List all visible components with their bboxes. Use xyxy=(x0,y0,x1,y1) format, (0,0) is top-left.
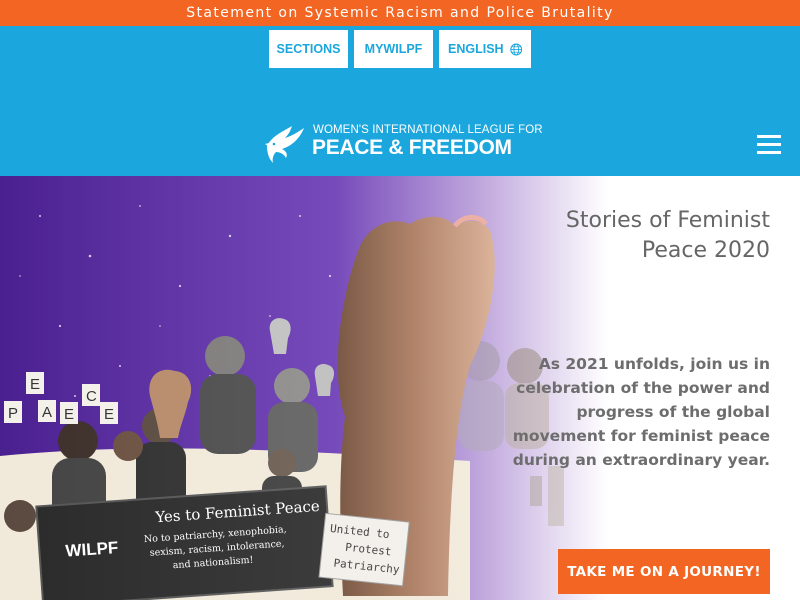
mywilpf-label: MYWILPF xyxy=(364,42,423,56)
site-header: SECTIONS MYWILPF ENGLISH WOMEN'S INTERNA… xyxy=(0,26,800,176)
mywilpf-button[interactable]: MYWILPF xyxy=(354,30,433,68)
site-logo[interactable]: WOMEN'S INTERNATIONAL LEAGUE FOR PEACE &… xyxy=(264,122,543,166)
logo-line1: WOMEN'S INTERNATIONAL LEAGUE FOR xyxy=(313,124,543,136)
hero-title-line2: Peace 2020 xyxy=(641,238,770,263)
dove-icon xyxy=(265,126,304,163)
announcement-link[interactable]: Statement on Systemic Racism and Police … xyxy=(186,5,614,21)
logo-line2: PEACE & FREEDOM xyxy=(312,136,512,159)
take-journey-button[interactable]: TAKE ME ON A JOURNEY! xyxy=(558,549,770,594)
sections-label: SECTIONS xyxy=(276,42,341,56)
globe-icon xyxy=(509,43,522,55)
hamburger-menu-icon[interactable] xyxy=(757,135,781,155)
hero-title: Stories of Feminist Peace 2020 xyxy=(450,206,770,266)
language-selector[interactable]: ENGLISH xyxy=(439,30,531,68)
hero-description: As 2021 unfolds, join us in celebration … xyxy=(512,355,770,469)
hero-banner: E C A P E E WILPF Yes to Feminist Peace xyxy=(0,176,800,600)
announcement-bar[interactable]: Statement on Systemic Racism and Police … xyxy=(0,0,800,26)
take-journey-label: TAKE ME ON A JOURNEY! xyxy=(567,563,761,580)
language-label: ENGLISH xyxy=(448,42,504,56)
hero-title-line1: Stories of Feminist xyxy=(565,208,770,233)
sections-button[interactable]: SECTIONS xyxy=(269,30,348,68)
top-nav: SECTIONS MYWILPF ENGLISH xyxy=(0,30,800,68)
